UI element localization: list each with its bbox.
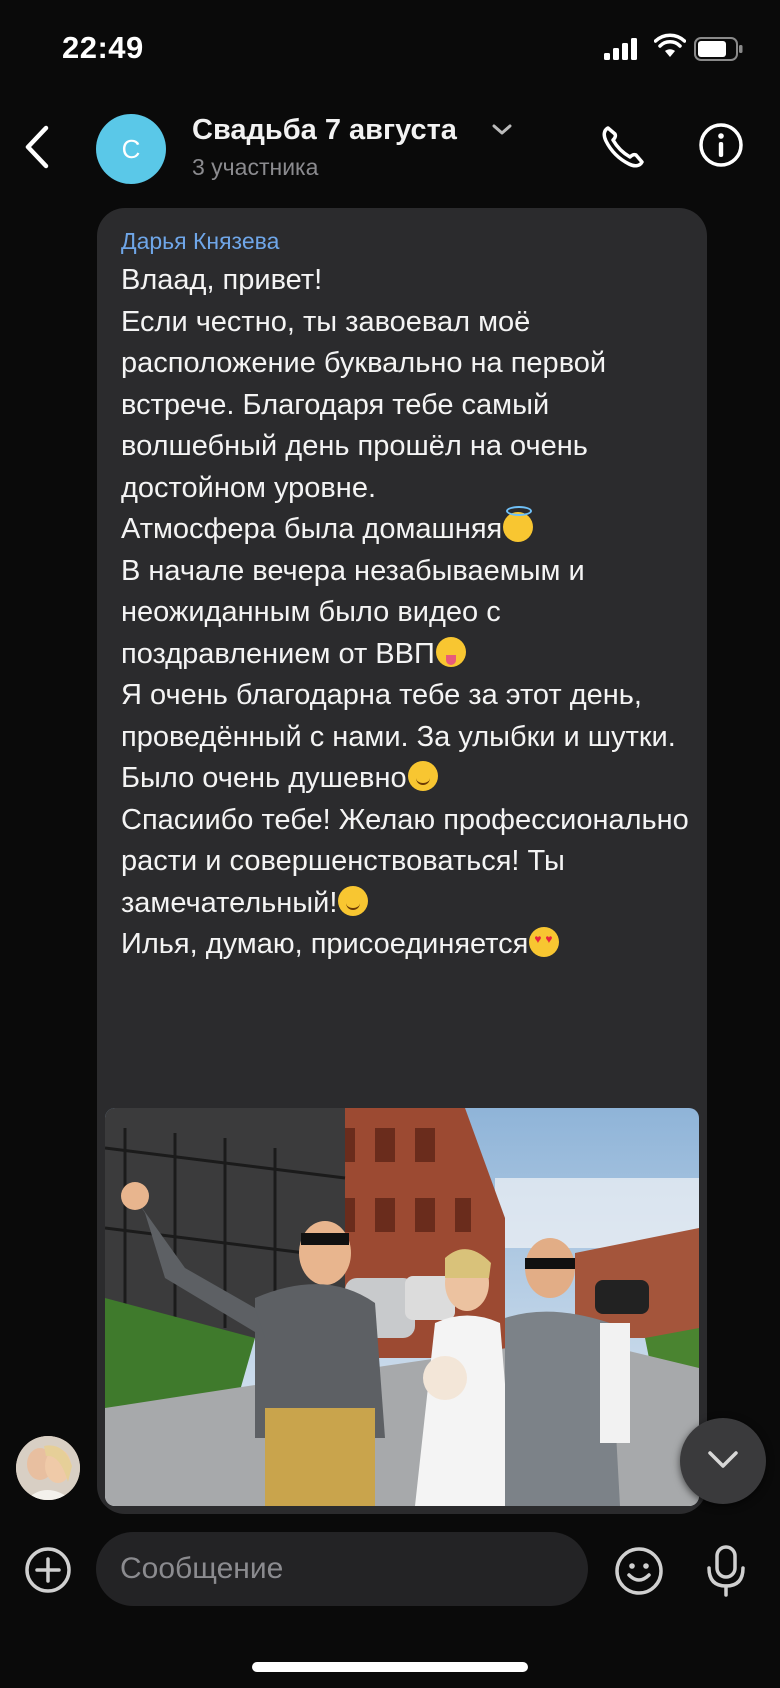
info-icon[interactable] bbox=[698, 122, 744, 168]
scroll-to-bottom-button[interactable] bbox=[680, 1418, 766, 1504]
message-composer bbox=[0, 1520, 780, 1688]
message-sender[interactable]: Дарья Князева bbox=[121, 228, 279, 255]
message-bubble[interactable]: Дарья Князева Влаад, привет! Если честно… bbox=[97, 208, 707, 1514]
status-bar: 22:49 bbox=[0, 0, 780, 100]
chevron-down-icon[interactable] bbox=[490, 122, 514, 138]
wedding-selfie-photo bbox=[105, 1108, 699, 1506]
message-line: Влаад, привет! bbox=[121, 264, 323, 296]
smiley-icon[interactable] bbox=[614, 1546, 664, 1596]
cellular-signal-icon bbox=[604, 38, 637, 60]
back-chevron-left-icon[interactable] bbox=[18, 122, 58, 172]
message-line: Илья, думаю, присоединяется bbox=[121, 928, 529, 960]
chevron-down-icon bbox=[708, 1451, 738, 1468]
chat-avatar[interactable]: С bbox=[96, 114, 166, 184]
message-line: Спасиибо тебе! Желаю профессионально рас… bbox=[121, 803, 697, 919]
heart-eyes-face-icon bbox=[529, 927, 560, 957]
sender-avatar[interactable] bbox=[16, 1436, 80, 1500]
message-line: Атмосфера была домашняя bbox=[121, 513, 503, 545]
microphone-icon[interactable] bbox=[704, 1544, 748, 1598]
message-line: Если честно, ты завоевал моё расположени… bbox=[121, 305, 615, 504]
wifi-icon bbox=[654, 33, 686, 57]
smiling-face-icon bbox=[338, 885, 369, 916]
message-line: В начале вечера незабываемым и неожиданн… bbox=[121, 554, 593, 670]
home-indicator[interactable] bbox=[252, 1662, 528, 1672]
smiling-face-with-halo-icon bbox=[503, 506, 534, 542]
message-text: Влаад, привет! Если честно, ты завоевал … bbox=[121, 260, 696, 966]
sender-avatar-photo bbox=[16, 1436, 80, 1500]
battery-icon bbox=[694, 37, 743, 61]
relieved-face-icon bbox=[407, 761, 438, 791]
message-line: Я очень благодарна тебе за этот день, пр… bbox=[121, 679, 684, 794]
chat-participants-count: 3 участника bbox=[192, 154, 319, 180]
status-time: 22:49 bbox=[62, 30, 144, 65]
attached-photo[interactable] bbox=[105, 1108, 699, 1506]
chat-header: С Свадьба 7 августа 3 участника bbox=[0, 100, 780, 195]
phone-icon[interactable] bbox=[598, 122, 648, 172]
winking-face-with-tongue-icon bbox=[435, 636, 466, 667]
chat-title[interactable]: Свадьба 7 августа bbox=[192, 114, 457, 147]
plus-circle-icon[interactable] bbox=[24, 1546, 72, 1594]
message-input[interactable] bbox=[96, 1532, 588, 1606]
